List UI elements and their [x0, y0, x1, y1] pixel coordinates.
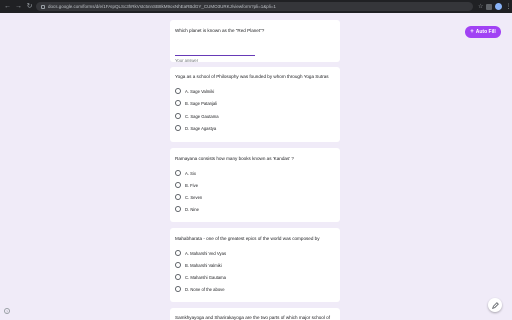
reload-icon[interactable]: ↻	[26, 3, 33, 10]
option-b[interactable]: B. Five	[175, 182, 198, 188]
profile-avatar[interactable]	[495, 3, 503, 10]
option-a[interactable]: A. Six	[175, 170, 196, 176]
radio-button[interactable]	[175, 125, 181, 131]
option-d[interactable]: D. None of the above	[175, 286, 225, 292]
option-label: C. Sage Gautama	[185, 113, 219, 119]
answer-placeholder: Your answer	[175, 58, 199, 63]
plus-icon: +	[470, 29, 474, 35]
radio-button[interactable]	[175, 88, 181, 94]
back-arrow-icon[interactable]: ←	[4, 3, 11, 10]
question-text: Which planet is known as the "Red Planet…	[175, 28, 265, 33]
option-label: A. Six	[185, 170, 196, 176]
short-answer-input[interactable]: Your answer	[175, 49, 255, 63]
extension-icon[interactable]	[486, 3, 493, 10]
radio-button[interactable]	[175, 194, 181, 200]
option-c[interactable]: C. Maharshi Gautama	[175, 274, 226, 280]
option-label: C. Maharshi Gautama	[185, 274, 226, 280]
bookmark-star-icon[interactable]: ☆	[478, 3, 483, 10]
radio-button[interactable]	[175, 274, 181, 280]
option-label: B. Maharshi Valmiki	[185, 262, 222, 268]
pencil-icon	[491, 301, 499, 309]
option-d[interactable]: D. Nine	[175, 206, 199, 212]
option-label: C. Seven	[185, 194, 203, 200]
option-label: D. Sage Agastya	[185, 125, 217, 131]
edit-fab-button[interactable]	[488, 298, 502, 312]
question-card-3: Ramayana consists how many books known a…	[170, 148, 340, 222]
question-card-1: Which planet is known as the "Red Planet…	[170, 20, 340, 63]
nav-buttons: ← → ↻	[4, 3, 33, 10]
question-text: Samkhyayoga and Sharirakayoga are the tw…	[175, 315, 330, 320]
site-info-icon[interactable]	[41, 4, 45, 9]
address-bar[interactable]: docs.google.com/forms/d/e/1FAIpQLSc3hRkV…	[36, 2, 473, 11]
option-label: D. None of the above	[185, 286, 225, 292]
option-a[interactable]: A. Maharshi Ved Vyas	[175, 250, 226, 256]
radio-button[interactable]	[175, 206, 181, 212]
option-c[interactable]: C. Sage Gautama	[175, 113, 219, 119]
option-a[interactable]: A. Sage Valmiki	[175, 88, 214, 94]
radio-button[interactable]	[175, 262, 181, 268]
menu-kebab-icon[interactable]: ⋮	[505, 3, 511, 10]
question-card-4: Mahabharata - one of the greatest epics …	[170, 228, 340, 302]
question-card-5: Samkhyayoga and Sharirakayoga are the tw…	[170, 308, 340, 320]
help-icon[interactable]: ?	[4, 308, 10, 314]
radio-button[interactable]	[175, 170, 181, 176]
radio-button[interactable]	[175, 113, 181, 119]
option-c[interactable]: C. Seven	[175, 194, 202, 200]
question-text: Mahabharata - one of the greatest epics …	[175, 236, 320, 241]
browser-toolbar: ← → ↻ docs.google.com/forms/d/e/1FAIpQLS…	[0, 0, 512, 13]
option-label: A. Maharshi Ved Vyas	[185, 250, 227, 256]
option-b[interactable]: B. Maharshi Valmiki	[175, 262, 222, 268]
radio-button[interactable]	[175, 250, 181, 256]
auto-fill-button[interactable]: + Auto Fill	[465, 26, 501, 38]
auto-fill-label: Auto Fill	[475, 29, 496, 35]
question-card-2: Yoga as a school of Philosophy was found…	[170, 67, 340, 142]
option-label: D. Nine	[185, 206, 199, 212]
radio-button[interactable]	[175, 286, 181, 292]
forward-arrow-icon[interactable]: →	[15, 3, 22, 10]
question-text: Ramayana consists how many books known a…	[175, 156, 294, 161]
url-text: docs.google.com/forms/d/e/1FAIpQLSc3hRkV…	[48, 4, 276, 9]
toolbar-actions: ☆ ⋮	[478, 3, 511, 10]
option-b[interactable]: B. Sage Patanjali	[175, 100, 217, 106]
option-d[interactable]: D. Sage Agastya	[175, 125, 216, 131]
radio-button[interactable]	[175, 182, 181, 188]
option-label: B. Sage Patanjali	[185, 100, 218, 106]
question-text: Yoga as a school of Philosophy was found…	[175, 74, 329, 79]
option-label: B. Five	[185, 182, 199, 188]
radio-button[interactable]	[175, 100, 181, 106]
option-label: A. Sage Valmiki	[185, 88, 215, 94]
